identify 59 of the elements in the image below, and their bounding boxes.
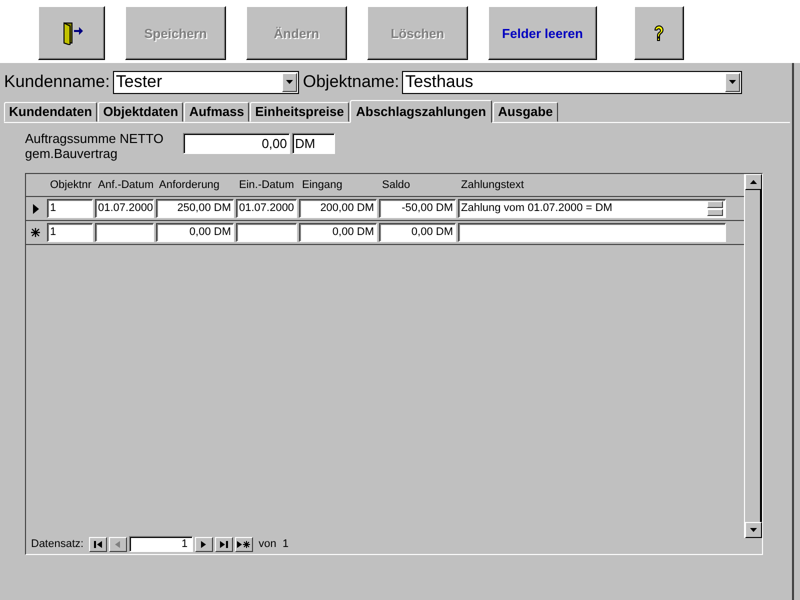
column-header: Zahlungstext (460, 179, 525, 191)
record-count: von 1 (258, 538, 289, 550)
table-cell[interactable] (95, 223, 154, 242)
next-record-button[interactable] (194, 536, 213, 552)
tab[interactable]: Ausgabe (493, 102, 558, 122)
scroll-down-button[interactable] (745, 522, 762, 538)
column-header: Anf.-Datum (97, 179, 154, 191)
record-number-field[interactable]: 1 (128, 536, 193, 552)
column-header: Eingang (301, 179, 344, 191)
new-record-icon (31, 228, 40, 237)
tab[interactable]: Abschlagszahlungen (350, 100, 492, 123)
table-cell[interactable]: 0,00 DM (299, 223, 377, 242)
tab[interactable]: Aufmass (184, 102, 250, 122)
down-arrow-icon (750, 528, 757, 532)
help-icon (653, 24, 665, 42)
object-dropdown[interactable]: Testhaus (402, 70, 742, 94)
column-header: Ein.-Datum (238, 179, 296, 191)
table-cell[interactable] (458, 223, 726, 242)
current-record-icon (32, 204, 38, 214)
record-label: Datensatz: (31, 538, 84, 550)
toolbar-button[interactable]: Felder leeren (488, 6, 597, 60)
last-icon (220, 540, 228, 548)
column-header: Saldo (381, 179, 412, 191)
scroll-up-button[interactable] (745, 174, 762, 190)
last-record-button[interactable] (214, 536, 233, 552)
new-record-icon (237, 540, 250, 548)
table-cell[interactable]: -50,00 DM (379, 199, 456, 218)
table-cell[interactable]: Zahlung vom 01.07.2000 = DM (458, 199, 726, 218)
field-label: Objektname: (302, 72, 400, 92)
vertical-scrollbar[interactable] (744, 174, 762, 538)
previous-record-button[interactable] (108, 536, 127, 552)
tab[interactable]: Kundendaten (4, 102, 98, 122)
customer-dropdown[interactable]: Tester (112, 70, 299, 94)
exit-button[interactable] (38, 6, 105, 60)
up-arrow-icon (750, 180, 757, 184)
field-label: Kundenname: (4, 72, 110, 92)
table-cell[interactable]: 1 (47, 199, 93, 218)
table-cell[interactable]: 01.07.2000 (236, 199, 297, 218)
table-cell[interactable] (236, 223, 297, 242)
field-label: Auftragssumme NETTO gem.Bauvertrag (25, 131, 164, 161)
first-record-button[interactable] (88, 536, 107, 552)
table-cell[interactable]: 01.07.2000 (95, 199, 154, 218)
previous-icon (115, 540, 120, 548)
unit-field[interactable]: DM (292, 133, 335, 154)
next-icon (201, 540, 206, 548)
new-record-button[interactable] (234, 536, 253, 552)
table-cell[interactable]: 200,00 DM (299, 199, 377, 218)
tab[interactable]: Einheitspreise (250, 102, 349, 122)
column-header: Anforderung (158, 179, 221, 191)
table-cell[interactable]: 1 (47, 223, 93, 242)
spin-buttons[interactable] (707, 201, 723, 216)
column-header: Objektnr (49, 179, 93, 191)
table-cell[interactable]: 0,00 DM (379, 223, 456, 242)
tab[interactable]: Objektdaten (98, 102, 184, 122)
help-button[interactable] (634, 6, 684, 60)
amount-field[interactable]: 0,00 (183, 133, 290, 154)
table-cell[interactable]: 0,00 DM (156, 223, 234, 242)
first-icon (94, 540, 102, 548)
table-cell[interactable]: 250,00 DM (156, 199, 234, 218)
